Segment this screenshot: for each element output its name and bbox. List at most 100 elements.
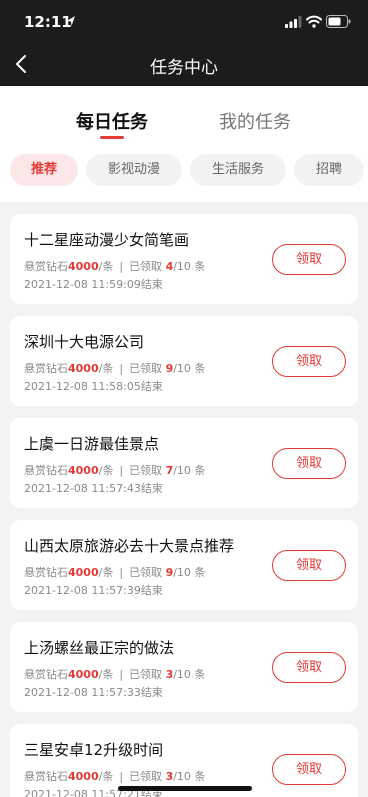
chip-recruitment[interactable]: 招聘 — [294, 154, 364, 186]
task-title: 十二星座动漫少女简笔画 — [24, 231, 190, 249]
meta-separator: | — [119, 566, 124, 579]
deadline-time: 2021-12-08 11:57:43 — [24, 482, 141, 495]
claimed-unit: 条 — [194, 362, 206, 375]
task-title: 深圳十大电源公司 — [24, 333, 145, 351]
claimed-prefix: 已领取 — [129, 566, 163, 579]
claimed-total: /10 — [173, 260, 191, 273]
claim-button[interactable]: 领取 — [272, 754, 346, 785]
deadline-suffix: 结束 — [140, 482, 163, 495]
claimed-unit: 条 — [194, 464, 206, 477]
reward-amount: 4000 — [68, 668, 99, 681]
deadline-time: 2021-12-08 11:57:39 — [24, 584, 141, 597]
claimed-prefix: 已领取 — [129, 260, 163, 273]
reward-prefix: 悬赏钻石 — [24, 362, 68, 375]
claimed-unit: 条 — [194, 668, 206, 681]
claimed-prefix: 已领取 — [129, 362, 163, 375]
deadline-time: 2021-12-08 11:59:09 — [24, 278, 141, 291]
tabs-header: 每日任务 我的任务 推荐 影视动漫 生活服务 招聘 — [0, 86, 368, 202]
signal-icon — [285, 16, 302, 28]
meta-separator: | — [119, 770, 124, 783]
active-tab-indicator — [100, 136, 124, 139]
chip-film-anime[interactable]: 影视动漫 — [86, 154, 182, 186]
reward-prefix: 悬赏钻石 — [24, 770, 68, 783]
claimed-total: /10 — [173, 668, 191, 681]
task-deadline: 2021-12-08 11:58:05结束 — [24, 378, 163, 394]
task-card-4[interactable]: 山西太原旅游必去十大景点推荐 悬赏钻石4000/条 | 已领取 9/10 条 202… — [10, 520, 358, 610]
reward-amount: 4000 — [68, 362, 99, 375]
nav-bar: 任务中心 — [0, 44, 368, 86]
task-deadline: 2021-12-08 11:59:09结束 — [24, 276, 163, 292]
meta-separator: | — [119, 464, 124, 477]
task-title: 上汤螺丝最正宗的做法 — [24, 639, 175, 657]
claimed-prefix: 已领取 — [129, 464, 163, 477]
chip-life-services[interactable]: 生活服务 — [190, 154, 286, 186]
tab-daily-tasks[interactable]: 每日任务 — [76, 108, 148, 134]
task-title: 三星安卓12升级时间 — [24, 741, 164, 759]
deadline-suffix: 结束 — [140, 278, 163, 291]
status-time: 12:11 — [24, 13, 72, 31]
reward-prefix: 悬赏钻石 — [24, 566, 68, 579]
claimed-prefix: 已领取 — [129, 668, 163, 681]
claimed-total: /10 — [173, 362, 191, 375]
task-meta: 悬赏钻石4000/条 | 已领取 9/10 条 — [24, 564, 205, 580]
wifi-icon — [306, 15, 322, 28]
reward-unit: /条 — [98, 464, 114, 477]
tab-my-tasks[interactable]: 我的任务 — [219, 108, 291, 134]
claimed-total: /10 — [173, 566, 191, 579]
task-meta: 悬赏钻石4000/条 | 已领取 7/10 条 — [24, 462, 205, 478]
deadline-time: 2021-12-08 11:58:05 — [24, 380, 141, 393]
claimed-unit: 条 — [194, 566, 206, 579]
reward-unit: /条 — [98, 770, 114, 783]
task-meta: 悬赏钻石4000/条 | 已领取 4/10 条 — [24, 258, 205, 274]
task-card-3[interactable]: 上虞一日游最佳景点 悬赏钻石4000/条 | 已领取 7/10 条 2021-12-… — [10, 418, 358, 508]
category-chips: 推荐 影视动漫 生活服务 招聘 — [0, 154, 368, 188]
reward-amount: 4000 — [68, 260, 99, 273]
claimed-unit: 条 — [194, 770, 206, 783]
status-bar: 12:11 — [0, 0, 368, 44]
task-card-1[interactable]: 十二星座动漫少女简笔画 悬赏钻石4000/条 | 已领取 4/10 条 2021-1… — [10, 214, 358, 304]
home-indicator — [118, 786, 252, 791]
meta-separator: | — [119, 260, 124, 273]
claim-button[interactable]: 领取 — [272, 652, 346, 683]
reward-amount: 4000 — [68, 566, 99, 579]
reward-unit: /条 — [98, 260, 114, 273]
claimed-prefix: 已领取 — [129, 770, 163, 783]
task-meta: 悬赏钻石4000/条 | 已领取 3/10 条 — [24, 666, 205, 682]
meta-separator: | — [119, 362, 124, 375]
claim-button[interactable]: 领取 — [272, 448, 346, 479]
claimed-unit: 条 — [194, 260, 206, 273]
claim-button[interactable]: 领取 — [272, 550, 346, 581]
location-arrow-icon — [67, 16, 75, 26]
task-title: 山西太原旅游必去十大景点推荐 — [24, 537, 235, 555]
reward-unit: /条 — [98, 362, 114, 375]
task-meta: 悬赏钻石4000/条 | 已领取 3/10 条 — [24, 768, 205, 784]
task-card-5[interactable]: 上汤螺丝最正宗的做法 悬赏钻石4000/条 | 已领取 3/10 条 2021-12… — [10, 622, 358, 712]
reward-amount: 4000 — [68, 464, 99, 477]
task-meta: 悬赏钻石4000/条 | 已领取 9/10 条 — [24, 360, 205, 376]
top-bar: 12:11 任务中心 — [0, 0, 368, 86]
deadline-suffix: 结束 — [140, 380, 163, 393]
task-title: 上虞一日游最佳景点 — [24, 435, 160, 453]
battery-icon — [326, 15, 351, 28]
reward-unit: /条 — [98, 566, 114, 579]
meta-separator: | — [119, 668, 124, 681]
deadline-suffix: 结束 — [140, 584, 163, 597]
reward-prefix: 悬赏钻石 — [24, 668, 68, 681]
claimed-total: /10 — [173, 770, 191, 783]
reward-amount: 4000 — [68, 770, 99, 783]
reward-prefix: 悬赏钻石 — [24, 464, 68, 477]
task-deadline: 2021-12-08 11:57:39结束 — [24, 582, 163, 598]
main-content: 每日任务 我的任务 推荐 影视动漫 生活服务 招聘 十二星座动漫少女简笔画 悬赏… — [0, 86, 368, 797]
claim-button[interactable]: 领取 — [272, 244, 346, 275]
reward-unit: /条 — [98, 668, 114, 681]
page-title: 任务中心 — [150, 58, 218, 78]
task-deadline: 2021-12-08 11:57:33结束 — [24, 684, 163, 700]
chip-recommended[interactable]: 推荐 — [10, 154, 78, 186]
deadline-time: 2021-12-08 11:57:33 — [24, 686, 141, 699]
task-deadline: 2021-12-08 11:57:43结束 — [24, 480, 163, 496]
deadline-suffix: 结束 — [140, 686, 163, 699]
task-card-2[interactable]: 深圳十大电源公司 悬赏钻石4000/条 | 已领取 9/10 条 2021-12-0… — [10, 316, 358, 406]
claimed-total: /10 — [173, 464, 191, 477]
claim-button[interactable]: 领取 — [272, 346, 346, 377]
reward-prefix: 悬赏钻石 — [24, 260, 68, 273]
